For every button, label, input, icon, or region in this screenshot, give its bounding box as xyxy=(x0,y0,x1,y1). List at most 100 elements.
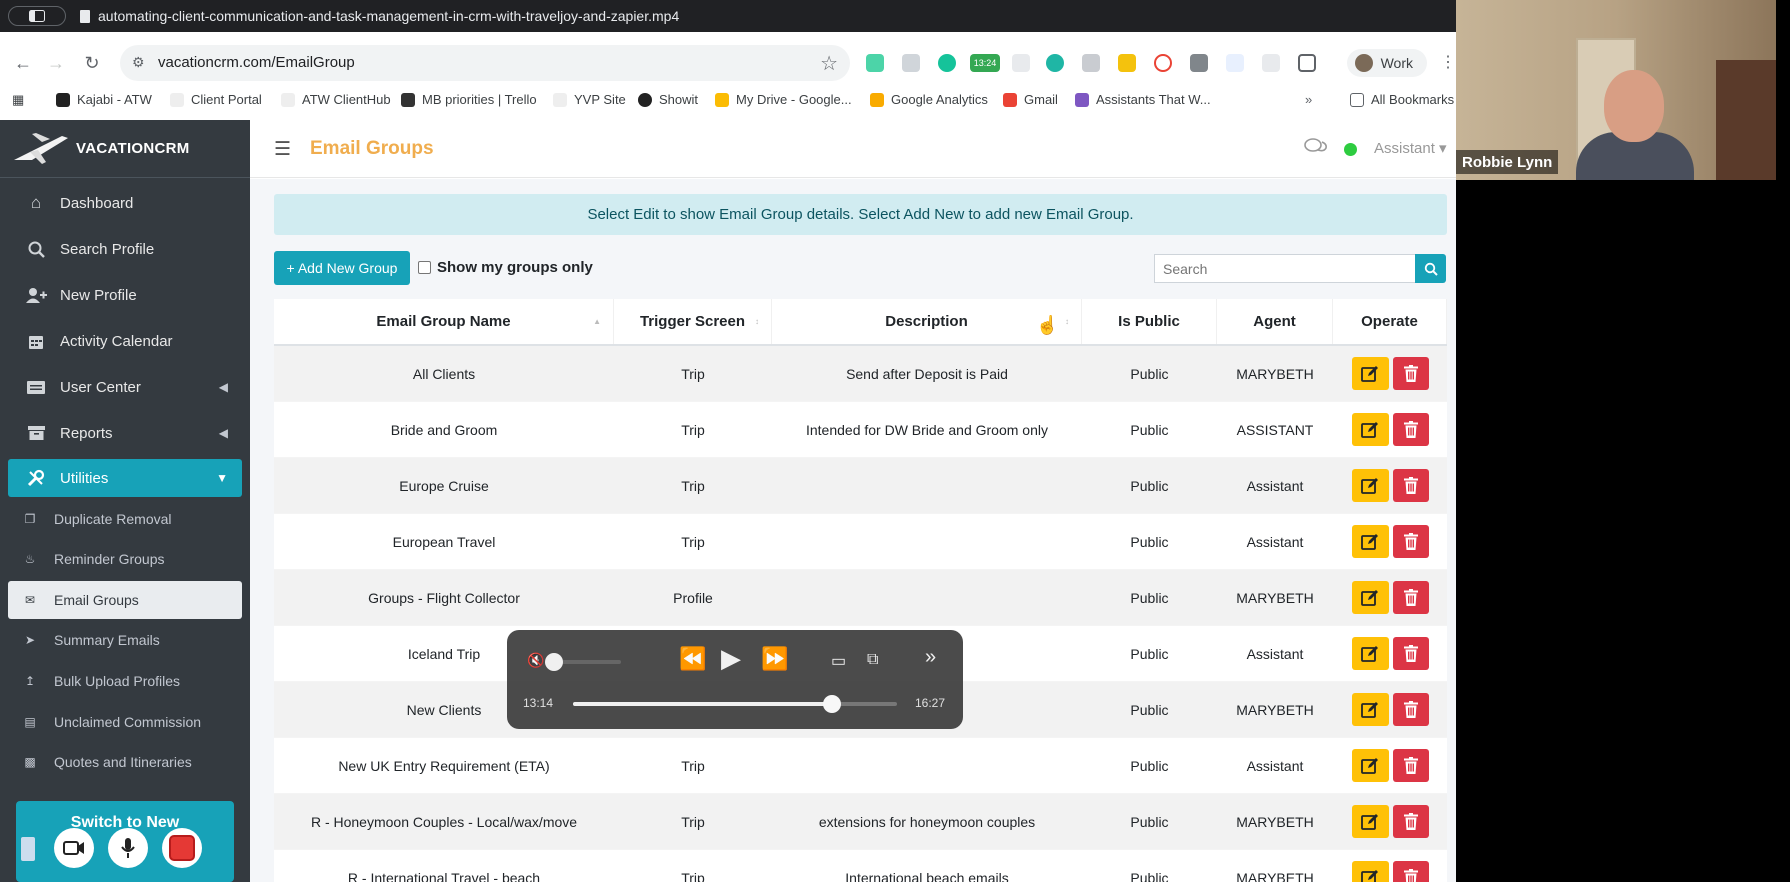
edit-button[interactable] xyxy=(1351,861,1389,882)
extension-icon[interactable] xyxy=(1118,54,1136,72)
nav-new-profile[interactable]: New Profile xyxy=(8,276,242,314)
bookmark-item[interactable]: YVP Site xyxy=(553,92,626,107)
delete-button[interactable] xyxy=(1392,413,1429,446)
progress-knob[interactable] xyxy=(823,695,842,713)
column-header-agent[interactable]: Agent xyxy=(1217,299,1333,344)
column-header-trigger[interactable]: Trigger Screen ↕ xyxy=(614,299,772,344)
delete-button[interactable] xyxy=(1392,581,1429,614)
extension-icon[interactable] xyxy=(1012,54,1030,72)
google-icon[interactable] xyxy=(1154,54,1172,72)
search-input[interactable] xyxy=(1154,254,1416,283)
subnav-quotes-itineraries[interactable]: ▩ Quotes and Itineraries xyxy=(8,743,242,781)
edit-button[interactable] xyxy=(1351,693,1389,726)
brand-logo[interactable]: VACATIONCRM xyxy=(0,120,250,178)
rewind-icon[interactable]: ⏪ xyxy=(679,646,706,672)
sidebar-toggle-icon[interactable] xyxy=(8,6,66,26)
bookmark-item[interactable]: My Drive - Google... xyxy=(715,92,852,107)
trash-icon xyxy=(1403,869,1418,882)
delete-button[interactable] xyxy=(1392,693,1429,726)
address-bar[interactable]: ⚙ vacationcrm.com/EmailGroup ☆ xyxy=(120,45,850,81)
edit-button[interactable] xyxy=(1351,357,1389,390)
progress-bar[interactable] xyxy=(573,695,897,713)
bookmark-item[interactable]: Showit xyxy=(638,92,698,107)
column-header-name[interactable]: Email Group Name ▲ xyxy=(274,299,614,344)
extension-icon[interactable] xyxy=(1046,54,1064,72)
edit-icon xyxy=(1361,701,1378,718)
subnav-summary-emails[interactable]: ➤ Summary Emails xyxy=(8,621,242,659)
chat-icon[interactable] xyxy=(1304,138,1328,161)
bookmark-item[interactable]: MB priorities | Trello xyxy=(401,92,537,107)
subnav-duplicate-removal[interactable]: ❐ Duplicate Removal xyxy=(8,500,242,538)
bookmark-item[interactable]: Kajabi - ATW xyxy=(56,92,152,107)
profile-button[interactable]: Work xyxy=(1347,49,1427,77)
nav-user-center[interactable]: User Center ◀ xyxy=(8,368,242,406)
video-player-controls: 🔇 ⏪ ▶ ⏩ ▭ ⧉ » 13:14 16:27 xyxy=(507,630,963,729)
hamburger-icon[interactable]: ☰ xyxy=(274,138,291,161)
back-icon[interactable]: ← xyxy=(11,51,35,75)
phone-icon[interactable] xyxy=(14,828,44,868)
edit-button[interactable] xyxy=(1351,637,1389,670)
extension-icon[interactable] xyxy=(1082,54,1100,72)
column-header-public[interactable]: Is Public xyxy=(1082,299,1217,344)
trash-icon xyxy=(1403,533,1418,550)
apps-icon[interactable]: ▦ xyxy=(12,92,24,108)
delete-button[interactable] xyxy=(1392,525,1429,558)
show-my-groups-checkbox[interactable]: Show my groups only xyxy=(418,259,593,276)
bookmark-item[interactable]: Google Analytics xyxy=(870,92,988,107)
edit-button[interactable] xyxy=(1351,749,1389,782)
menu-icon[interactable]: ⋮ xyxy=(1440,52,1456,72)
microphone-icon[interactable] xyxy=(108,828,148,868)
delete-button[interactable] xyxy=(1392,637,1429,670)
search-button[interactable] xyxy=(1415,254,1446,283)
delete-button[interactable] xyxy=(1392,749,1429,782)
bookmark-item[interactable]: Gmail xyxy=(1003,92,1058,107)
subnav-bulk-upload[interactable]: ↥ Bulk Upload Profiles xyxy=(8,662,242,700)
bookmark-item[interactable]: Client Portal xyxy=(170,92,262,107)
bookmark-item[interactable]: ATW ClientHub xyxy=(281,92,391,107)
extensions-puzzle-icon[interactable] xyxy=(1298,54,1316,72)
edit-button[interactable] xyxy=(1351,525,1389,558)
subnav-reminder-groups[interactable]: ♨ Reminder Groups xyxy=(8,540,242,578)
nav-search-profile[interactable]: Search Profile xyxy=(8,230,242,268)
edit-button[interactable] xyxy=(1351,413,1389,446)
nav-dashboard[interactable]: ⌂ Dashboard xyxy=(8,184,242,222)
camera-icon[interactable] xyxy=(54,828,94,868)
add-new-group-button[interactable]: + Add New Group xyxy=(274,251,410,285)
site-info-icon[interactable]: ⚙ xyxy=(132,54,150,72)
extension-icon[interactable] xyxy=(866,54,884,72)
more-bookmarks-icon[interactable]: » xyxy=(1305,92,1312,107)
bookmark-item[interactable]: Assistants That W... xyxy=(1075,92,1211,107)
delete-button[interactable] xyxy=(1392,357,1429,390)
forward-icon[interactable]: → xyxy=(44,51,68,75)
airplay-icon[interactable]: ▭ xyxy=(831,651,846,671)
picture-in-picture-icon[interactable]: ⧉ xyxy=(867,651,878,669)
fast-forward-icon[interactable]: ⏩ xyxy=(761,646,788,672)
edit-button[interactable] xyxy=(1351,805,1389,838)
delete-button[interactable] xyxy=(1392,805,1429,838)
edit-button[interactable] xyxy=(1351,469,1389,502)
edit-button[interactable] xyxy=(1351,581,1389,614)
checkbox[interactable] xyxy=(418,261,431,274)
subnav-email-groups[interactable]: ✉ Email Groups xyxy=(8,581,242,619)
delete-button[interactable] xyxy=(1392,861,1429,882)
bookmark-star-icon[interactable]: ☆ xyxy=(820,51,838,76)
play-icon[interactable]: ▶ xyxy=(721,643,741,674)
extension-icon[interactable] xyxy=(902,54,920,72)
nav-activity-calendar[interactable]: Activity Calendar xyxy=(8,322,242,360)
grammarly-icon[interactable] xyxy=(938,54,956,72)
extension-icon[interactable] xyxy=(1190,54,1208,72)
mute-icon[interactable]: 🔇 xyxy=(527,652,544,669)
extension-icon[interactable] xyxy=(1262,54,1280,72)
all-bookmarks[interactable]: All Bookmarks xyxy=(1350,92,1454,107)
subnav-unclaimed-commission[interactable]: ▤ Unclaimed Commission xyxy=(8,703,242,741)
user-menu[interactable]: Assistant ▾ xyxy=(1374,139,1447,157)
delete-button[interactable] xyxy=(1392,469,1429,502)
more-controls-icon[interactable]: » xyxy=(925,646,936,669)
nav-utilities[interactable]: Utilities ▼ xyxy=(8,459,242,497)
nav-reports[interactable]: Reports ◀ xyxy=(8,414,242,452)
extension-icon[interactable] xyxy=(1226,54,1244,72)
timer-extension-icon[interactable]: 13:24 xyxy=(970,54,1000,72)
reload-icon[interactable]: ↻ xyxy=(80,51,104,75)
volume-knob[interactable] xyxy=(545,653,563,671)
stop-recording-icon[interactable] xyxy=(162,828,202,868)
